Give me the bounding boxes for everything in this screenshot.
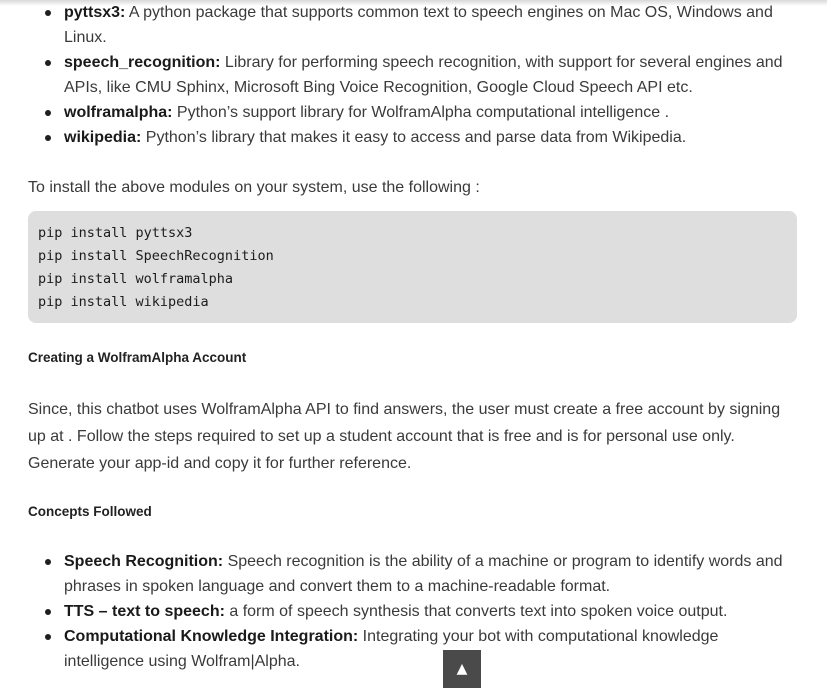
concept-name: Speech Recognition: <box>64 553 224 570</box>
list-item: Speech Recognition: Speech recognition i… <box>28 549 798 599</box>
code-line: pip install SpeechRecognition <box>38 248 274 264</box>
code-line: pip install wolframalpha <box>38 271 234 287</box>
scroll-to-top-button[interactable]: ▲ <box>443 650 481 688</box>
concept-name: TTS – text to speech: <box>64 603 225 620</box>
list-item: speech_recognition: Library for performi… <box>28 50 798 100</box>
list-item: wikipedia: Python’s library that makes i… <box>28 125 798 150</box>
concepts-list: Speech Recognition: Speech recognition i… <box>28 549 798 674</box>
list-item: pyttsx3: A python package that supports … <box>28 0 798 50</box>
module-description: Python’s library that makes it easy to a… <box>141 129 687 146</box>
bullet-icon <box>45 634 51 640</box>
concept-name: Computational Knowledge Integration: <box>64 628 359 645</box>
list-item: Computational Knowledge Integration: Int… <box>28 624 798 674</box>
account-paragraph: Since, this chatbot uses WolframAlpha AP… <box>28 401 781 472</box>
bullet-icon <box>45 10 51 16</box>
section-heading: Concepts Followed <box>28 504 152 519</box>
install-intro-text: To install the above modules on your sys… <box>28 179 480 196</box>
bullet-icon <box>45 609 51 615</box>
modules-list: pyttsx3: A python package that supports … <box>28 0 798 150</box>
module-description: A python package that supports common te… <box>64 4 773 46</box>
concept-description: a form of speech synthesis that converts… <box>224 603 728 620</box>
list-item: wolframalpha: Python’s support library f… <box>28 100 798 125</box>
module-name: speech_recognition: <box>64 54 221 71</box>
code-block[interactable]: pip install pyttsx3 pip install SpeechRe… <box>28 211 797 323</box>
bullet-icon <box>45 60 51 66</box>
bullet-icon <box>45 110 51 116</box>
code-line: pip install pyttsx3 <box>38 225 193 241</box>
bullet-icon <box>45 559 51 565</box>
list-item: TTS – text to speech: a form of speech s… <box>28 599 798 624</box>
module-name: wikipedia: <box>64 129 142 146</box>
module-name: wolframalpha: <box>64 104 173 121</box>
module-name: pyttsx3: <box>64 4 126 21</box>
bullet-icon <box>45 135 51 141</box>
section-heading: Creating a WolframAlpha Account <box>28 350 247 365</box>
module-description: Python’s support library for WolframAlph… <box>172 104 670 121</box>
arrow-up-icon: ▲ <box>456 661 468 677</box>
code-line: pip install wikipedia <box>38 294 209 310</box>
